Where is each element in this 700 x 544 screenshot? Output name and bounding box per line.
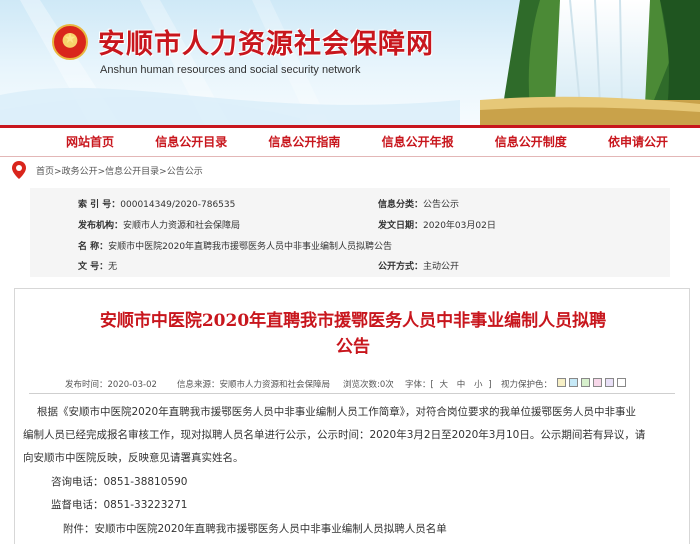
body-line-2: 编制人员已经完成报名审核工作，现对拟聘人员名单进行公示，公示时间：2020年3月… <box>23 429 646 441</box>
font-size-close-bracket: ] <box>488 380 492 390</box>
index-number-value: 000014349/2020-786535 <box>120 200 236 210</box>
publishing-org-value: 安顺市人力资源和社会保障局 <box>123 221 241 231</box>
publish-time: 发布时间：2020-03-02 <box>65 380 157 390</box>
consult-phone: 咨询电话：0851-38810590 <box>51 476 188 488</box>
index-number-label: 索 引 号： <box>78 200 121 210</box>
font-size-control: 字体：[ 大 中 小 ] <box>405 378 492 390</box>
eye-color-swatch[interactable] <box>593 378 602 387</box>
disclosure-mode-label: 公开方式： <box>378 262 424 272</box>
nav-info-guide[interactable]: 信息公开指南 <box>268 128 340 156</box>
nav-home[interactable]: 网站首页 <box>66 128 114 156</box>
breadcrumb-gov-affairs[interactable]: 政务公开 <box>62 167 98 177</box>
info-category-label: 信息分类： <box>378 200 424 210</box>
document-name-label: 名 称： <box>78 242 109 252</box>
disclosure-mode-row: 公开方式：主动公开 <box>378 259 459 272</box>
document-name-row: 名 称：安顺市中医院2020年直聘我市援鄂医务人员中非事业编制人员拟聘公告 <box>78 239 392 252</box>
issue-date-row: 发文日期：2020年03月02日 <box>378 218 496 231</box>
site-subtitle: Anshun human resources and social securi… <box>100 64 361 76</box>
eye-protection-label: 视力保护色： <box>501 380 553 390</box>
eye-color-swatch[interactable] <box>617 378 626 387</box>
document-number-row: 文 号：无 <box>78 259 117 272</box>
issue-date-label: 发文日期： <box>378 221 424 231</box>
site-banner: 安顺市人力资源社会保障网 Anshun human resources and … <box>0 0 700 125</box>
nav-annual-report[interactable]: 信息公开年报 <box>382 128 454 156</box>
breadcrumb-trail: 首页>政务公开>信息公开目录>公告公示 <box>36 166 203 177</box>
issue-date-value: 2020年03月02日 <box>423 221 496 231</box>
national-emblem-icon <box>52 24 88 60</box>
article-title-line-1: 安顺市中医院2020年直聘我市援鄂医务人员中非事业编制人员拟聘 <box>99 311 607 331</box>
info-category-value: 公告公示 <box>423 200 460 210</box>
document-number-label: 文 号： <box>78 262 109 272</box>
disclosure-mode-value: 主动公开 <box>423 262 460 272</box>
main-nav: 网站首页 信息公开目录 信息公开指南 信息公开年报 信息公开制度 依申请公开 <box>0 125 700 157</box>
document-name-value: 安顺市中医院2020年直聘我市援鄂医务人员中非事业编制人员拟聘公告 <box>108 242 393 252</box>
breadcrumb-info-catalog[interactable]: 信息公开目录 <box>105 167 159 177</box>
eye-color-swatch[interactable] <box>557 378 566 387</box>
font-size-label: 字体：[ <box>405 380 434 390</box>
location-pin-icon <box>12 161 26 179</box>
eye-color-swatch[interactable] <box>569 378 578 387</box>
nav-apply-disclosure[interactable]: 依申请公开 <box>608 128 668 156</box>
info-category-row: 信息分类：公告公示 <box>378 197 459 210</box>
eye-color-swatch[interactable] <box>581 378 590 387</box>
eye-color-swatch[interactable] <box>605 378 614 387</box>
info-bar-divider <box>29 393 675 394</box>
font-size-medium-button[interactable]: 中 <box>457 380 466 390</box>
publishing-org-label: 发布机构： <box>78 221 124 231</box>
body-line-1: 根据《安顺市中医院2020年直聘我市援鄂医务人员中非事业编制人员工作简章》，对符… <box>37 406 636 418</box>
breadcrumb: 首页>政务公开>信息公开目录>公告公示 <box>12 161 203 179</box>
font-size-large-button[interactable]: 大 <box>440 380 449 390</box>
site-title: 安顺市人力资源社会保障网 <box>98 29 434 60</box>
publishing-org-row: 发布机构：安顺市人力资源和社会保障局 <box>78 218 240 231</box>
view-count: 浏览次数:0次 <box>343 380 394 390</box>
index-number-row: 索 引 号：000014349/2020-786535 <box>78 197 235 210</box>
breadcrumb-home[interactable]: 首页 <box>36 167 54 177</box>
article-title-line-2: 公告 <box>336 337 370 357</box>
waterfall-scenery-image <box>480 0 700 125</box>
document-number-value: 无 <box>108 262 118 272</box>
body-line-3: 向安顺市中医院反映，反映意见请署真实姓名。 <box>23 452 244 464</box>
nav-info-system[interactable]: 信息公开制度 <box>495 128 567 156</box>
nav-info-catalog[interactable]: 信息公开目录 <box>155 128 227 156</box>
attachment-link[interactable]: 附件：安顺市中医院2020年直聘我市援鄂医务人员中非事业编制人员拟聘人员名单 <box>63 519 447 540</box>
font-size-small-button[interactable]: 小 <box>474 380 483 390</box>
breadcrumb-announcements[interactable]: 公告公示 <box>167 167 203 177</box>
supervise-phone: 监督电话：0851-33223271 <box>51 499 188 511</box>
eye-protection-swatches <box>557 378 626 387</box>
info-source: 信息来源：安顺市人力资源和社会保障局 <box>177 380 331 390</box>
article-panel: 安顺市中医院2020年直聘我市援鄂医务人员中非事业编制人员拟聘 公告 发布时间：… <box>14 288 690 544</box>
document-meta-table: 索 引 号：000014349/2020-786535 信息分类：公告公示 发布… <box>30 188 670 277</box>
